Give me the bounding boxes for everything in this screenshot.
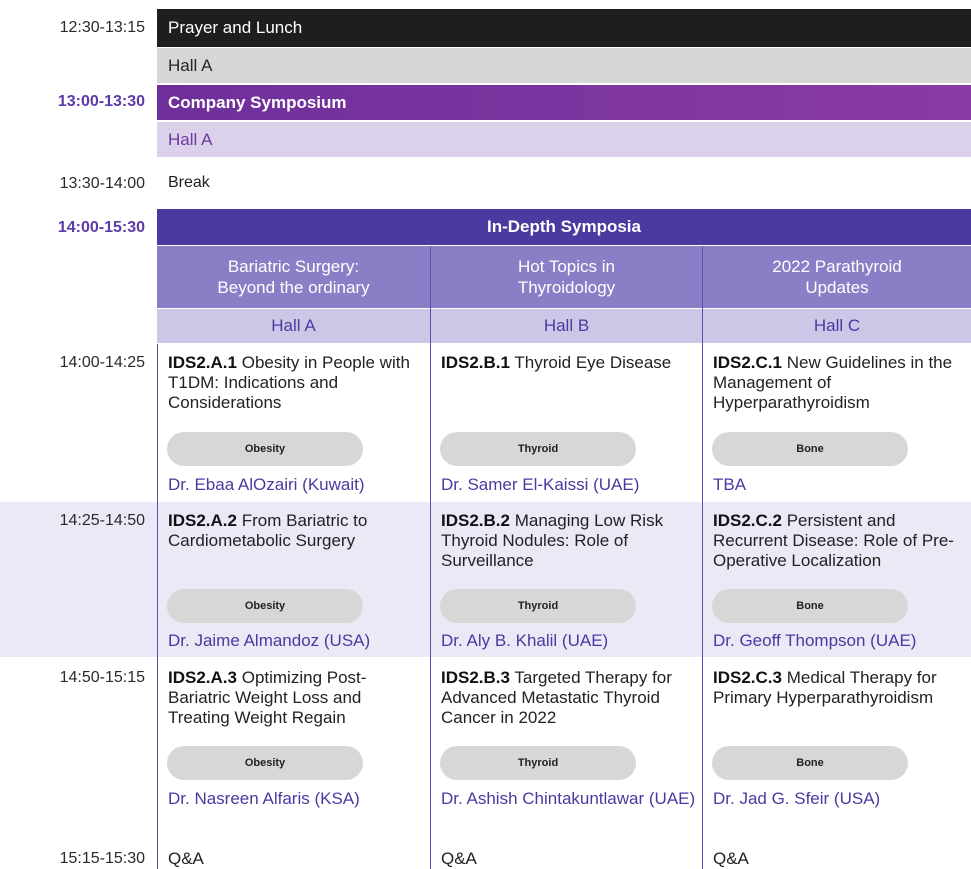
hall-b: Hall B (431, 309, 702, 343)
talk-code: IDS2.B.2 (441, 511, 510, 530)
time-qa: 15:15-15:30 (59, 850, 145, 867)
column-divider (430, 246, 431, 869)
talk-code: IDS2.A.3 (168, 668, 237, 687)
time-break: 13:30-14:00 (59, 175, 145, 192)
time-symposium: 13:00-13:30 (57, 93, 145, 110)
ids-title: In-Depth Symposia (487, 217, 641, 236)
talk-title: Thyroid Eye Disease (514, 353, 672, 372)
speaker-a2: Dr. Jaime Almandoz (USA) (168, 631, 371, 650)
speaker-a1: Dr. Ebaa AlOzairi (Kuwait) (168, 475, 365, 494)
column-divider (157, 344, 158, 869)
speaker-c1: TBA (713, 475, 747, 494)
time-slot-2: 14:25-14:50 (59, 512, 145, 529)
talk-b3: IDS2.B.3 Targeted Therapy for Advanced M… (441, 668, 696, 728)
hall-label: Hall A (168, 129, 213, 149)
hall-a: Hall A (157, 309, 430, 343)
tag-thyroid: Thyroid (440, 589, 636, 623)
talk-code: IDS2.B.3 (441, 668, 510, 687)
tag-bone: Bone (712, 589, 908, 623)
session-company-symposium: Company Symposium (157, 85, 971, 120)
talk-code: IDS2.C.3 (713, 668, 782, 687)
tag-obesity: Obesity (167, 589, 363, 623)
tag-thyroid: Thyroid (440, 432, 636, 466)
time-ids: 14:00-15:30 (57, 219, 145, 236)
qa-b: Q&A (441, 849, 477, 868)
track-title-line1: Hot Topics in (517, 257, 615, 276)
track-header-c: 2022 Parathyroid Updates (703, 246, 971, 308)
speaker-b1: Dr. Samer El-Kaissi (UAE) (441, 475, 640, 494)
session-symposium-hall: Hall A (157, 122, 971, 157)
talk-b2: IDS2.B.2 Managing Low Risk Thyroid Nodul… (441, 511, 689, 571)
talk-a1: IDS2.A.1 Obesity in People with T1DM: In… (168, 353, 423, 413)
hall-label: Hall A (168, 55, 213, 75)
speaker-c3: Dr. Jad G. Sfeir (USA) (713, 789, 881, 808)
qa-c: Q&A (713, 849, 749, 868)
talk-code: IDS2.A.2 (168, 511, 237, 530)
time-prayer: 12:30-13:15 (59, 19, 145, 36)
talk-a2: IDS2.A.2 From Bariatric to Cardiometabol… (168, 511, 423, 551)
session-title: Prayer and Lunch (168, 18, 303, 37)
tag-thyroid: Thyroid (440, 746, 636, 780)
session-title: Company Symposium (168, 92, 347, 112)
talk-code: IDS2.C.2 (713, 511, 782, 530)
time-slot-3: 14:50-15:15 (59, 669, 145, 686)
break-label: Break (168, 174, 210, 191)
talk-c3: IDS2.C.3 Medical Therapy for Primary Hyp… (713, 668, 958, 708)
hall-c: Hall C (703, 309, 971, 343)
time-slot-1: 14:00-14:25 (59, 354, 145, 371)
track-title-line1: Bariatric Surgery: (227, 257, 360, 276)
tag-obesity: Obesity (167, 432, 363, 466)
speaker-b3: Dr. Ashish Chintakuntlawar (UAE) (441, 789, 696, 808)
track-title-line2: Thyroidology (517, 278, 616, 297)
talk-a3: IDS2.A.3 Optimizing Post-Bariatric Weigh… (168, 668, 423, 728)
talk-b1: IDS2.B.1 Thyroid Eye Disease (441, 353, 696, 373)
tag-obesity: Obesity (167, 746, 363, 780)
speaker-c2: Dr. Geoff Thompson (UAE) (713, 631, 917, 650)
track-title-line2: Beyond the ordinary (217, 278, 370, 297)
talk-code: IDS2.C.1 (713, 353, 782, 372)
track-title-line2: Updates (805, 278, 869, 297)
talk-code: IDS2.A.1 (168, 353, 237, 372)
ids-header: In-Depth Symposia (157, 209, 971, 245)
track-header-a: Bariatric Surgery: Beyond the ordinary (157, 246, 430, 308)
qa-a: Q&A (168, 849, 204, 868)
column-divider (702, 246, 703, 869)
track-title-line1: 2022 Parathyroid (772, 257, 902, 276)
speaker-a3: Dr. Nasreen Alfaris (KSA) (168, 789, 360, 808)
tag-bone: Bone (712, 746, 908, 780)
talk-code: IDS2.B.1 (441, 353, 510, 372)
session-prayer-lunch: Prayer and Lunch (157, 9, 971, 47)
track-header-b: Hot Topics in Thyroidology (431, 246, 702, 308)
talk-c2: IDS2.C.2 Persistent and Recurrent Diseas… (713, 511, 965, 571)
speaker-b2: Dr. Aly B. Khalil (UAE) (441, 631, 609, 650)
tag-bone: Bone (712, 432, 908, 466)
session-prayer-hall: Hall A (157, 48, 971, 83)
talk-c1: IDS2.C.1 New Guidelines in the Managemen… (713, 353, 965, 413)
